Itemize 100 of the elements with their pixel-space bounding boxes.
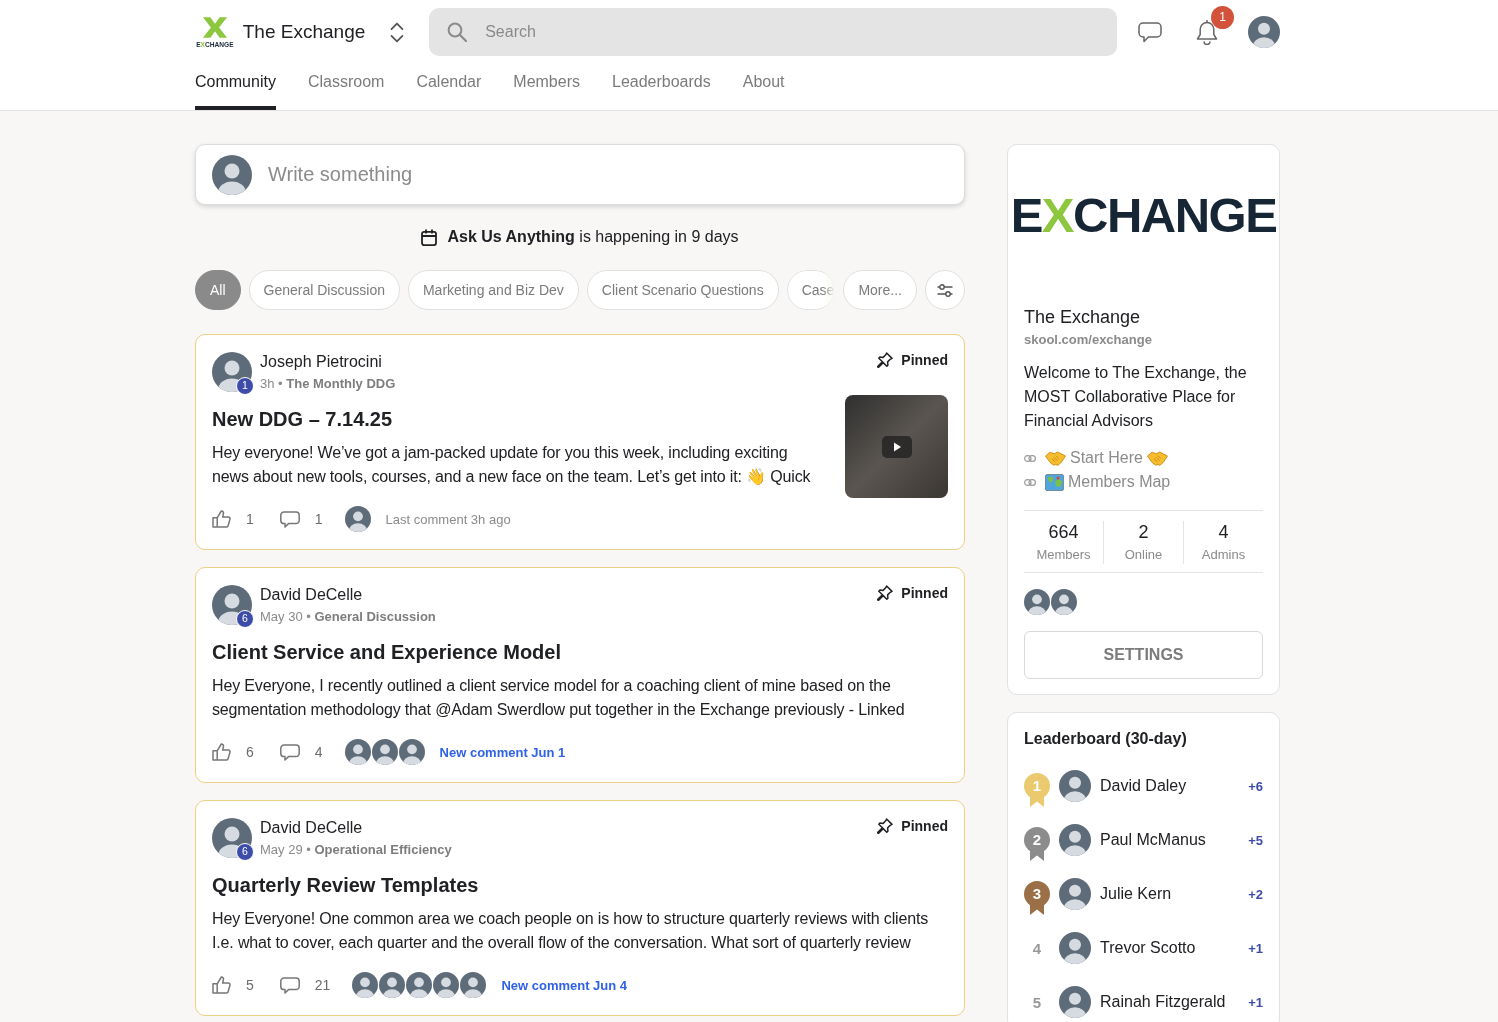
author-name[interactable]: David DeCelle xyxy=(260,585,878,605)
user-avatar-icon[interactable] xyxy=(1059,824,1091,856)
user-avatar-icon[interactable] xyxy=(212,818,252,858)
nav-tab[interactable]: About xyxy=(742,64,785,110)
comment-button[interactable]: 4 xyxy=(279,743,323,761)
rank-number: 4 xyxy=(1031,939,1043,957)
nav-tab[interactable]: Members xyxy=(513,64,580,110)
user-avatar-icon[interactable] xyxy=(1059,932,1091,964)
speech-bubble-icon xyxy=(279,510,300,528)
chevron-up-down-icon[interactable] xyxy=(390,21,405,43)
post-title[interactable]: New DDG – 7.14.25 xyxy=(212,405,821,433)
last-activity-text[interactable]: New comment Jun 1 xyxy=(439,744,566,760)
group-name: The Exchange xyxy=(1024,306,1142,328)
filter-settings-button[interactable] xyxy=(925,270,965,310)
user-avatar-icon xyxy=(406,972,433,998)
post-meta: May 29 • Operational Efficiency xyxy=(260,841,453,859)
pinned-label: Pinned xyxy=(901,585,948,601)
leaderboard-title: Leaderboard (30-day) xyxy=(1024,729,1188,749)
pinned-label: Pinned xyxy=(901,818,948,834)
post-card[interactable] xyxy=(195,334,965,550)
user-avatar-icon[interactable] xyxy=(1024,589,1050,615)
community-name[interactable]: The Exchange xyxy=(242,21,366,43)
post-excerpt: Hey Everyone! One common area we coach people on is how to structure quarterly reviews with clients I.e. what to cover, each quarter and the overall flow of the conversation. What sort of quarterly review xyxy=(212,909,930,953)
stat-label: Members xyxy=(1036,546,1091,564)
points-value: +5 xyxy=(1248,832,1263,848)
video-thumbnail[interactable] xyxy=(845,395,948,498)
rank-medal: 3 xyxy=(1024,881,1050,915)
post-title[interactable]: Client Service and Experience Model xyxy=(212,638,948,666)
resource-link[interactable]: Members Map xyxy=(1045,473,1171,491)
post-card[interactable] xyxy=(195,567,965,783)
sliders-icon xyxy=(937,283,953,297)
event-notice[interactable]: Ask Us Anything is happening in 9 days xyxy=(447,228,739,246)
user-avatar-icon[interactable] xyxy=(212,585,252,625)
points-value: +1 xyxy=(1248,994,1263,1010)
user-avatar-icon xyxy=(371,739,398,765)
post-meta: May 30 • General Discussion xyxy=(260,608,437,626)
post-excerpt: Hey everyone! We’ve got a jam-packed update for you this week, including exciting news about new tools, courses, and a new face on the team. Let’s get into it: 👋 Quick xyxy=(212,443,812,487)
nav-tab[interactable]: Leaderboards xyxy=(612,64,711,110)
user-avatar-icon[interactable] xyxy=(212,352,252,392)
resource-link[interactable]: Start Here xyxy=(1045,449,1168,467)
link-icon xyxy=(1024,478,1036,486)
pinned-label: Pinned xyxy=(901,352,948,368)
chat-bubble-icon[interactable] xyxy=(1138,21,1162,43)
user-avatar-icon[interactable] xyxy=(1059,986,1091,1018)
nav-tab[interactable]: Classroom xyxy=(307,64,385,110)
group-description: Welcome to The Exchange, the MOST Collaborative Place for Financial Advisors xyxy=(1024,363,1248,431)
category-chip[interactable]: General Discussion xyxy=(248,270,400,310)
post-title[interactable]: Quarterly Review Templates xyxy=(212,871,948,899)
thumbs-up-icon xyxy=(212,743,231,761)
category-chip[interactable]: Client Scenario Questions xyxy=(586,270,779,310)
post-meta: 3h • The Monthly DDG xyxy=(260,375,397,393)
author-name[interactable]: Joseph Pietrocini xyxy=(260,352,878,372)
settings-button[interactable]: SETTINGS xyxy=(1024,631,1263,679)
stat-label: Admins xyxy=(1201,546,1246,564)
nav-tab[interactable]: Calendar xyxy=(416,64,482,110)
write-post-field[interactable]: Write something xyxy=(195,144,965,205)
nav-tab[interactable]: Community xyxy=(195,64,276,110)
comment-button[interactable]: 21 xyxy=(279,976,331,994)
more-categories-button[interactable]: More... xyxy=(843,270,917,310)
bell-icon[interactable] xyxy=(1196,19,1218,45)
author-name[interactable]: David DeCelle xyxy=(260,818,878,838)
banner-logo: EXCHANGE xyxy=(1010,188,1277,241)
like-button[interactable]: 5 xyxy=(212,976,254,994)
thumbs-up-icon xyxy=(212,510,231,528)
last-activity-text: Last comment 3h ago xyxy=(385,511,511,527)
user-avatar-icon xyxy=(379,972,406,998)
member-name[interactable]: Julie Kern xyxy=(1100,885,1249,903)
handshake-icon xyxy=(1146,450,1168,466)
link-icon xyxy=(1024,454,1036,462)
category-chip[interactable]: Case xyxy=(786,270,836,310)
group-url: skool.com/exchange xyxy=(1024,331,1153,349)
level-badge: 1 xyxy=(236,377,254,395)
member-name[interactable]: Paul McManus xyxy=(1100,831,1249,849)
user-avatar-icon[interactable] xyxy=(1059,770,1091,802)
pushpin-icon xyxy=(877,352,894,368)
category-chip[interactable]: All xyxy=(195,270,241,310)
user-avatar-icon xyxy=(352,972,379,998)
user-avatar-icon[interactable] xyxy=(1051,589,1077,615)
level-badge: 6 xyxy=(236,843,254,861)
member-name[interactable]: David Daley xyxy=(1100,777,1249,795)
speech-bubble-icon xyxy=(279,976,300,994)
play-icon[interactable] xyxy=(881,435,912,458)
member-name[interactable]: Trevor Scotto xyxy=(1100,939,1249,957)
user-avatar-icon xyxy=(398,739,425,765)
last-activity-text[interactable]: New comment Jun 4 xyxy=(501,977,628,993)
member-name[interactable]: Rainah Fitzgerald xyxy=(1100,993,1249,1011)
rank-medal: 2 xyxy=(1024,827,1050,861)
post-card[interactable] xyxy=(195,800,965,1016)
user-avatar-icon[interactable] xyxy=(1248,16,1280,48)
points-value: +6 xyxy=(1248,778,1263,794)
user-avatar-icon[interactable] xyxy=(1059,878,1091,910)
category-chip[interactable]: Marketing and Biz Dev xyxy=(407,270,579,310)
search-field[interactable]: Search xyxy=(429,8,1117,56)
comment-button[interactable]: 1 xyxy=(279,510,323,528)
rank-medal: 1 xyxy=(1024,773,1050,807)
thumbs-up-icon xyxy=(212,976,231,994)
like-button[interactable]: 6 xyxy=(212,743,254,761)
like-button[interactable]: 1 xyxy=(212,510,254,528)
user-avatar-icon xyxy=(433,972,460,998)
level-badge: 6 xyxy=(236,610,254,628)
